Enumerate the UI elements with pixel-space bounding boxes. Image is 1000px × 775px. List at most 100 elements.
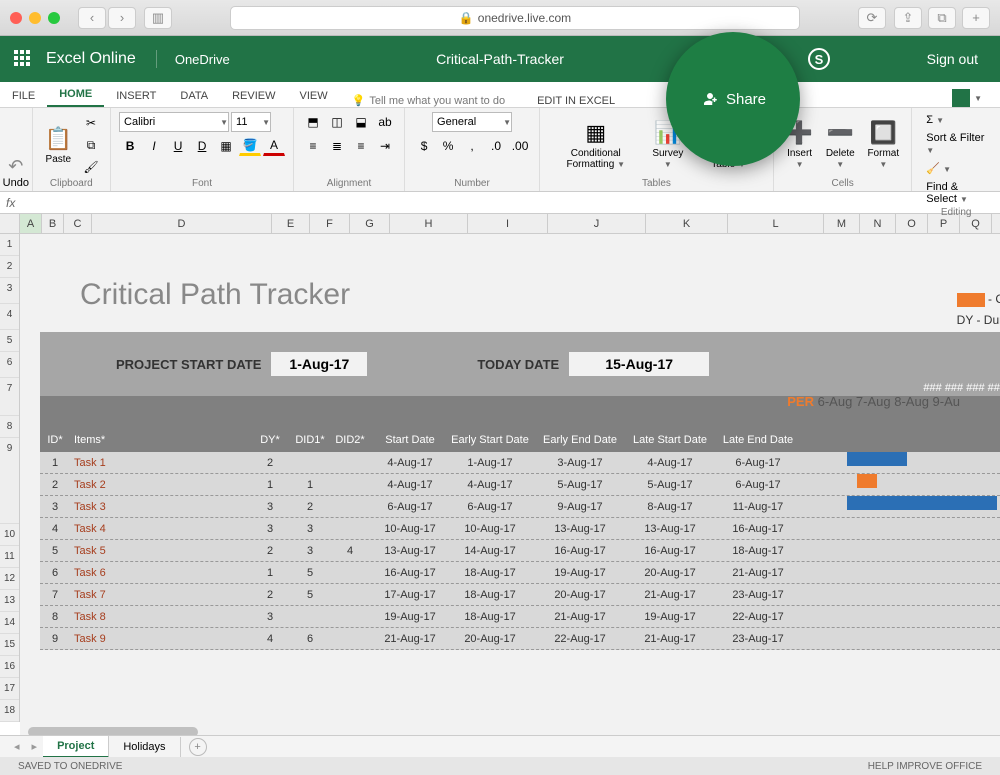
start-date-value[interactable]: 1-Aug-17 xyxy=(271,352,367,376)
row-2[interactable]: 2 xyxy=(0,256,19,278)
row-12[interactable]: 12 xyxy=(0,568,19,590)
new-tab-icon[interactable]: + xyxy=(962,7,990,29)
col-B[interactable]: B xyxy=(42,214,64,233)
sidebar-button[interactable]: ▥ xyxy=(144,7,172,29)
currency-icon[interactable]: $ xyxy=(413,136,435,156)
col-D[interactable]: D xyxy=(92,214,272,233)
table-row[interactable]: 9Task 94621-Aug-1720-Aug-1722-Aug-1721-A… xyxy=(40,628,1000,650)
select-all-corner[interactable] xyxy=(0,214,20,233)
service-name[interactable]: OneDrive xyxy=(157,52,248,67)
add-sheet-button[interactable]: + xyxy=(189,738,207,756)
col-G[interactable]: G xyxy=(350,214,390,233)
col-A[interactable]: A xyxy=(20,214,42,233)
number-format-select[interactable]: General▼ xyxy=(432,112,512,132)
row-4[interactable]: 4 xyxy=(0,304,19,330)
table-row[interactable]: 6Task 61516-Aug-1718-Aug-1719-Aug-1720-A… xyxy=(40,562,1000,584)
sheet-tab-holidays[interactable]: Holidays xyxy=(109,737,180,757)
font-color-button[interactable]: A xyxy=(263,136,285,156)
row-14[interactable]: 14 xyxy=(0,612,19,634)
format-painter-icon[interactable]: 🖌 xyxy=(80,157,102,177)
address-bar[interactable]: 🔒 onedrive.live.com xyxy=(230,6,800,30)
tab-file[interactable]: FILE xyxy=(0,85,47,107)
col-F[interactable]: F xyxy=(310,214,350,233)
row-15[interactable]: 15 xyxy=(0,634,19,656)
underline-button[interactable]: U xyxy=(167,136,189,156)
cut-icon[interactable]: ✂ xyxy=(80,113,102,133)
sign-out-link[interactable]: Sign out xyxy=(927,51,978,67)
row-18[interactable]: 18 xyxy=(0,700,19,722)
user-dropdown-icon[interactable]: ▼ xyxy=(974,94,982,103)
row-13[interactable]: 13 xyxy=(0,590,19,612)
align-top-icon[interactable]: ⬒ xyxy=(302,112,324,132)
forward-button[interactable]: › xyxy=(108,7,136,29)
document-title[interactable]: Critical-Path-Tracker xyxy=(436,51,564,67)
comma-icon[interactable]: , xyxy=(461,136,483,156)
row-6[interactable]: 6 xyxy=(0,352,19,378)
table-row[interactable]: 5Task 523413-Aug-1714-Aug-1716-Aug-1716-… xyxy=(40,540,1000,562)
autosum-button[interactable]: Σ ▼ xyxy=(920,112,950,128)
row-7[interactable]: 7 xyxy=(0,378,19,416)
bold-button[interactable]: B xyxy=(119,136,141,156)
tab-data[interactable]: DATA xyxy=(168,85,220,107)
app-launcher-icon[interactable] xyxy=(14,50,32,68)
minimize-window-icon[interactable] xyxy=(29,12,41,24)
increase-decimal-icon[interactable]: .0 xyxy=(485,136,507,156)
col-L[interactable]: L xyxy=(728,214,824,233)
col-C[interactable]: C xyxy=(64,214,92,233)
tell-me-search[interactable]: 💡 Tell me what you want to do xyxy=(340,94,517,107)
align-bottom-icon[interactable]: ⬓ xyxy=(350,112,372,132)
formula-bar[interactable]: fx xyxy=(0,192,1000,214)
delete-cell-button[interactable]: ➖Delete ▼ xyxy=(821,118,859,172)
paste-button[interactable]: 📋 Paste xyxy=(41,124,76,167)
col-H[interactable]: H xyxy=(390,214,468,233)
status-right[interactable]: HELP IMPROVE OFFICE xyxy=(868,761,982,772)
font-size-select[interactable]: 11▼ xyxy=(231,112,271,132)
col-N[interactable]: N xyxy=(860,214,896,233)
sheet-tab-project[interactable]: Project xyxy=(43,736,109,758)
conditional-formatting-button[interactable]: ▦Conditional Formatting ▼ xyxy=(548,118,643,172)
fill-color-button[interactable]: 🪣 xyxy=(239,136,261,156)
undo-icon[interactable]: ↶ xyxy=(8,156,23,177)
share-button[interactable]: Share xyxy=(666,32,800,166)
close-window-icon[interactable] xyxy=(10,12,22,24)
merge-icon[interactable]: ⇥ xyxy=(374,136,396,156)
sheet-nav-prev[interactable]: ▸ xyxy=(26,740,44,753)
align-middle-icon[interactable]: ◫ xyxy=(326,112,348,132)
sort-filter-button[interactable]: Sort & Filter ▼ xyxy=(920,130,992,158)
font-name-select[interactable]: Calibri▼ xyxy=(119,112,229,132)
col-K[interactable]: K xyxy=(646,214,728,233)
format-cell-button[interactable]: 🔲Format ▼ xyxy=(863,118,903,172)
double-underline-button[interactable]: D xyxy=(191,136,213,156)
today-date-value[interactable]: 15-Aug-17 xyxy=(569,352,709,376)
align-center-icon[interactable]: ≣ xyxy=(326,136,348,156)
row-11[interactable]: 11 xyxy=(0,546,19,568)
tab-review[interactable]: REVIEW xyxy=(220,85,287,107)
table-row[interactable]: 4Task 43310-Aug-1710-Aug-1713-Aug-1713-A… xyxy=(40,518,1000,540)
row-1[interactable]: 1 xyxy=(0,234,19,256)
col-E[interactable]: E xyxy=(272,214,310,233)
col-I[interactable]: I xyxy=(468,214,548,233)
tab-insert[interactable]: INSERT xyxy=(104,85,168,107)
col-P[interactable]: P xyxy=(928,214,960,233)
border-button[interactable]: ▦ xyxy=(215,136,237,156)
align-left-icon[interactable]: ≡ xyxy=(302,136,324,156)
row-17[interactable]: 17 xyxy=(0,678,19,700)
tab-view[interactable]: VIEW xyxy=(288,85,340,107)
row-9[interactable]: 9 xyxy=(0,438,19,524)
row-16[interactable]: 16 xyxy=(0,656,19,678)
tab-home[interactable]: HOME xyxy=(47,83,104,107)
col-M[interactable]: M xyxy=(824,214,860,233)
row-headers[interactable]: 1 2 3 4 5 6 7 8 9 10 11 12 13 14 15 16 1… xyxy=(0,234,20,722)
row-5[interactable]: 5 xyxy=(0,330,19,352)
spreadsheet-area[interactable]: 1 2 3 4 5 6 7 8 9 10 11 12 13 14 15 16 1… xyxy=(0,234,1000,738)
back-button[interactable]: ‹ xyxy=(78,7,106,29)
wrap-text-icon[interactable]: ab xyxy=(374,112,396,132)
clear-button[interactable]: 🧹 ▼ xyxy=(920,160,957,177)
row-8[interactable]: 8 xyxy=(0,416,19,438)
share-safari-icon[interactable]: ⇪ xyxy=(894,7,922,29)
table-row[interactable]: 8Task 8319-Aug-1718-Aug-1721-Aug-1719-Au… xyxy=(40,606,1000,628)
column-headers[interactable]: A B C D E F G H I J K L M N O P Q xyxy=(0,214,1000,234)
tabs-icon[interactable]: ⧉ xyxy=(928,7,956,29)
table-row[interactable]: 7Task 72517-Aug-1718-Aug-1720-Aug-1721-A… xyxy=(40,584,1000,606)
percent-icon[interactable]: % xyxy=(437,136,459,156)
